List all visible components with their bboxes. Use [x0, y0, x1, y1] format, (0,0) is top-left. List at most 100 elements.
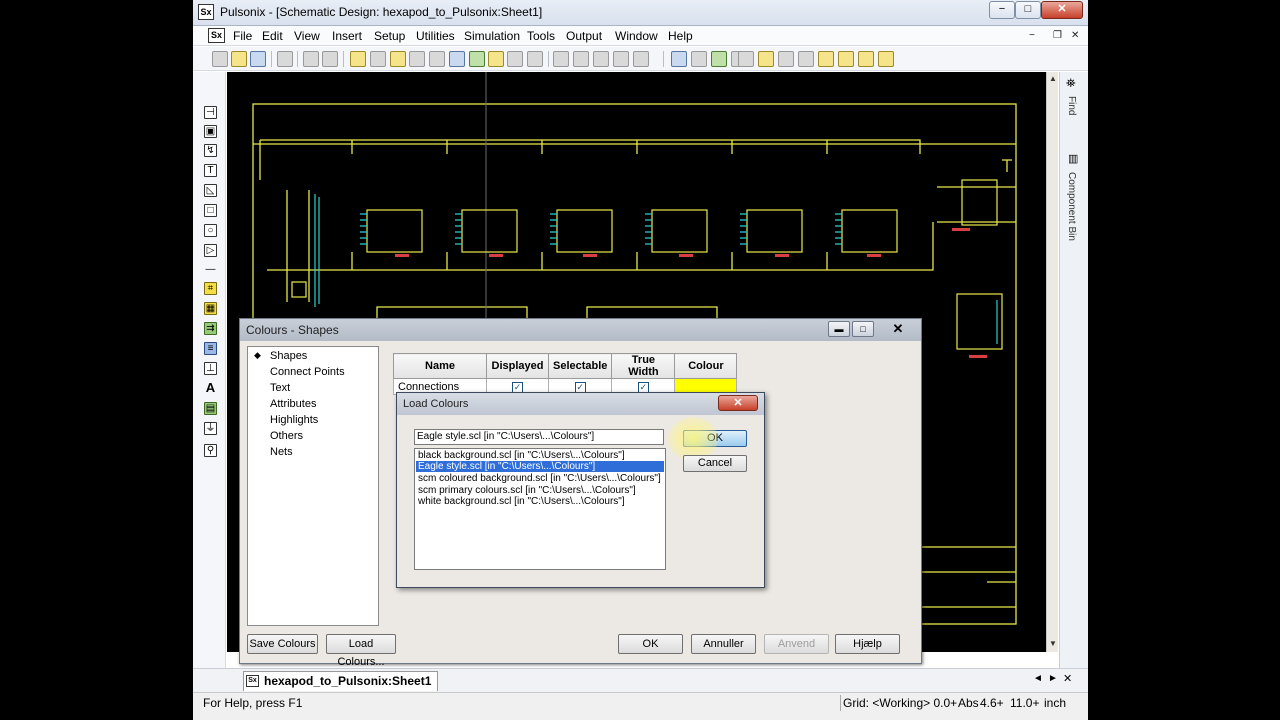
colours-dialog-minimize-button[interactable]: ▬	[828, 321, 850, 337]
scroll-down-arrow-icon[interactable]: ▼	[1049, 639, 1057, 648]
menu-file[interactable]: File	[233, 29, 252, 43]
tab-close-icon[interactable]: ✕	[1063, 672, 1072, 685]
net-icon[interactable]	[469, 51, 485, 67]
column-header-colour[interactable]: Colour	[674, 353, 738, 379]
bus-icon[interactable]: ⌗	[204, 282, 217, 295]
select-pointer-icon[interactable]	[671, 51, 687, 67]
report-icon[interactable]	[527, 51, 543, 67]
mdi-minimize-button[interactable]: −	[1029, 30, 1035, 41]
insert-part-icon[interactable]: ▣	[204, 125, 217, 138]
true-width-checkbox[interactable]: ✓	[637, 381, 649, 393]
find-panel-tab[interactable]: Find	[1066, 96, 1077, 115]
tree-item-shapes[interactable]: Shapes	[270, 350, 307, 362]
colour-file-list[interactable]: black background.scl [in "C:\Users\...\C…	[414, 448, 666, 570]
load-colours-button[interactable]: Load Colours...	[326, 634, 396, 668]
pin-icon[interactable]	[858, 51, 874, 67]
line-icon[interactable]: —	[204, 264, 217, 277]
properties-icon[interactable]	[409, 51, 425, 67]
mdi-close-button[interactable]: ✕	[1071, 30, 1079, 41]
library-icon[interactable]	[370, 51, 386, 67]
ok-button[interactable]: OK	[618, 634, 683, 654]
polygon-icon[interactable]: ◺	[204, 184, 217, 197]
open-icon[interactable]	[231, 51, 247, 67]
zoom-in-icon[interactable]	[613, 51, 629, 67]
connection-icon[interactable]: ↯	[204, 144, 217, 157]
save-colours-button[interactable]: Save Colours	[247, 634, 318, 654]
probe-icon[interactable]: ⚲	[204, 444, 217, 457]
menu-edit[interactable]: Edit	[262, 29, 283, 43]
list-item-selected[interactable]: Eagle style.scl [in "C:\Users\...\Colour…	[416, 461, 664, 472]
selected-file-field[interactable]: Eagle style.scl [in "C:\Users\...\Colour…	[414, 429, 664, 445]
select-net-icon[interactable]	[711, 51, 727, 67]
maximize-button[interactable]: □	[1015, 1, 1041, 19]
print-icon[interactable]	[277, 51, 293, 67]
list-item[interactable]: scm coloured background.scl [in "C:\User…	[416, 473, 664, 484]
zoom-selection-icon[interactable]	[593, 51, 609, 67]
attribute-text-icon[interactable]: A	[204, 381, 217, 395]
component-bin-icon[interactable]: ▥	[1068, 152, 1078, 165]
bus-entry-icon[interactable]: ≡	[204, 342, 217, 355]
group-icon[interactable]	[798, 51, 814, 67]
minimize-button[interactable]: −	[989, 1, 1015, 19]
new-icon[interactable]	[212, 51, 228, 67]
scroll-up-arrow-icon[interactable]: ▲	[1049, 74, 1057, 83]
text-tool-icon[interactable]: T	[204, 164, 217, 177]
displayed-checkbox[interactable]: ✓	[512, 381, 523, 393]
copy-icon[interactable]	[350, 51, 366, 67]
layer-icon[interactable]	[738, 51, 754, 67]
menu-output[interactable]: Output	[566, 29, 602, 43]
grid-icon[interactable]	[758, 51, 774, 67]
tree-item-others[interactable]: Others	[270, 430, 303, 442]
load-colours-close-button[interactable]: ✕	[718, 395, 758, 411]
colours-icon[interactable]	[488, 51, 504, 67]
menu-setup[interactable]: Setup	[374, 29, 405, 43]
mdi-restore-button[interactable]: ❐	[1053, 30, 1062, 41]
binoculars-icon[interactable]: ⛯	[1066, 76, 1076, 91]
add-component-icon[interactable]: ⊣	[204, 106, 217, 119]
tree-item-connect-points[interactable]: Connect Points	[270, 366, 345, 378]
hjaelp-button[interactable]: Hjælp	[835, 634, 900, 654]
redo-icon[interactable]	[322, 51, 338, 67]
align-icon[interactable]	[778, 51, 794, 67]
menu-utilities[interactable]: Utilities	[416, 29, 455, 43]
selectable-checkbox[interactable]: ✓	[574, 381, 586, 393]
list-item[interactable]: black background.scl [in "C:\Users\...\C…	[416, 450, 664, 461]
block-icon[interactable]: ▦	[204, 302, 217, 315]
unlock-icon[interactable]	[838, 51, 854, 67]
column-header-displayed[interactable]: Displayed	[486, 353, 549, 379]
component-bin-tab[interactable]: Component Bin	[1066, 172, 1077, 241]
menu-simulation[interactable]: Simulation	[464, 29, 520, 43]
triangle-icon[interactable]: ▷	[204, 244, 217, 257]
vertical-scrollbar[interactable]: ▲ ▼	[1046, 72, 1058, 652]
lock-icon[interactable]	[818, 51, 834, 67]
tool-icon[interactable]	[507, 51, 523, 67]
tree-item-attributes[interactable]: Attributes	[270, 398, 316, 410]
pulsonix-app-icon[interactable]: Sx	[198, 4, 214, 20]
tree-item-highlights[interactable]: Highlights	[270, 414, 318, 426]
design-icon[interactable]	[449, 51, 465, 67]
zoom-out-icon[interactable]	[633, 51, 649, 67]
annuller-button[interactable]: Annuller	[691, 634, 756, 654]
save-icon[interactable]	[250, 51, 266, 67]
bookmark-icon[interactable]	[878, 51, 894, 67]
menu-tools[interactable]: Tools	[527, 29, 555, 43]
tab-scroll-left-icon[interactable]: ◄	[1033, 673, 1043, 684]
rectangle-icon[interactable]: □	[204, 204, 217, 217]
tree-item-nets[interactable]: Nets	[270, 446, 293, 458]
menu-window[interactable]: Window	[615, 29, 658, 43]
tab-scroll-right-icon[interactable]: ►	[1048, 673, 1058, 684]
menu-help[interactable]: Help	[668, 29, 693, 43]
menu-insert[interactable]: Insert	[332, 29, 362, 43]
anvend-button[interactable]: Anvend	[764, 634, 829, 654]
undo-icon[interactable]	[303, 51, 319, 67]
close-button[interactable]: ✕	[1041, 1, 1083, 19]
load-ok-button[interactable]: OK	[668, 417, 747, 461]
colours-dialog-close-button[interactable]: ✕	[880, 321, 916, 337]
select-item-icon[interactable]	[691, 51, 707, 67]
check-icon[interactable]	[429, 51, 445, 67]
column-header-selectable[interactable]: Selectable	[547, 353, 613, 379]
junction-icon[interactable]: ⊥	[204, 362, 217, 375]
list-item[interactable]: white background.scl [in "C:\Users\...\C…	[416, 496, 664, 507]
column-header-name[interactable]: Name	[393, 353, 487, 379]
circle-icon[interactable]: ○	[204, 224, 217, 237]
